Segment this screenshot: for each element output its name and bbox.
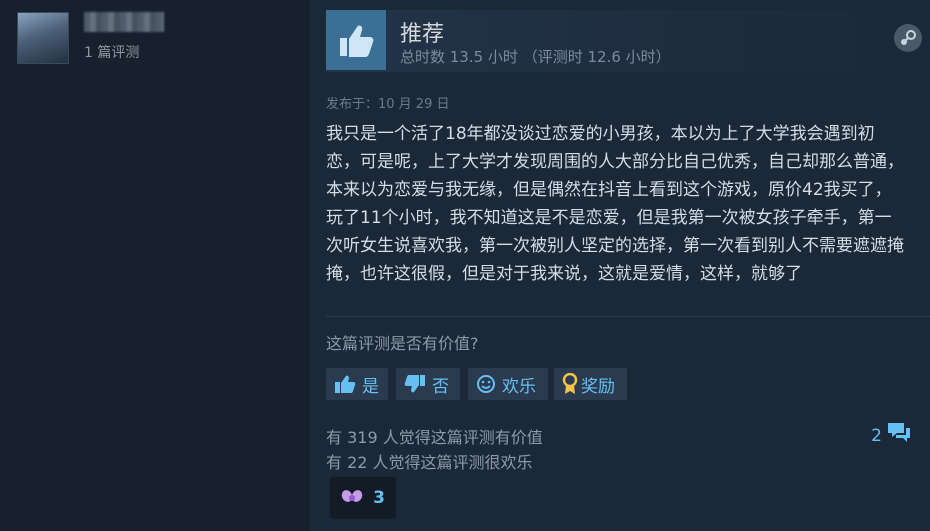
vote-yes-button[interactable]: 是: [326, 368, 388, 400]
playtime-info: 总时数 13.5 小时 （评测时 12.6 小时）: [400, 48, 671, 66]
comment-count-link[interactable]: 2: [871, 421, 912, 450]
funny-count: 有 22 人觉得这篇评测很欢乐: [326, 453, 533, 472]
comment-bubble-icon: [886, 421, 912, 450]
thumbs-up-icon: [334, 374, 356, 394]
awards-received[interactable]: 3: [330, 477, 396, 519]
username-blurred[interactable]: [84, 12, 164, 32]
vote-no-label: 否: [432, 376, 449, 397]
review-body: 我只是一个活了18年都没谈过恋爱的小男孩，本以为上了大学我会遇到初恋，可是呢，上…: [326, 124, 904, 284]
helpful-question: 这篇评测是否有价值?: [326, 334, 479, 353]
steam-logo-icon: [894, 24, 922, 52]
user-review-count[interactable]: 1 篇评测: [84, 42, 139, 62]
smiley-icon: [476, 374, 496, 394]
vote-no-button[interactable]: 否: [396, 368, 460, 400]
vote-funny-button[interactable]: 欢乐: [468, 368, 548, 400]
posted-date: 发布于：10 月 29 日: [326, 97, 450, 112]
vote-funny-label: 欢乐: [502, 376, 536, 397]
winged-heart-icon: [341, 488, 363, 509]
comment-count-value: 2: [871, 425, 882, 446]
award-ribbon-icon: [562, 373, 578, 395]
award-button[interactable]: 奖励: [554, 368, 627, 400]
helpful-count: 有 319 人觉得这篇评测有价值: [326, 428, 543, 447]
divider: [326, 316, 930, 317]
author-column: 1 篇评测: [0, 0, 310, 531]
avatar[interactable]: [17, 12, 69, 64]
vote-yes-label: 是: [362, 376, 379, 397]
awards-count: 3: [373, 488, 385, 508]
thumbs-up-icon: [326, 10, 386, 70]
verdict-title[interactable]: 推荐: [400, 16, 444, 48]
thumbs-down-icon: [404, 374, 426, 394]
review-column: 推荐 总时数 13.5 小时 （评测时 12.6 小时） 发布于：10 月 29…: [310, 0, 930, 531]
award-label: 奖励: [581, 376, 615, 397]
review-header: 推荐 总时数 13.5 小时 （评测时 12.6 小时）: [326, 10, 922, 72]
